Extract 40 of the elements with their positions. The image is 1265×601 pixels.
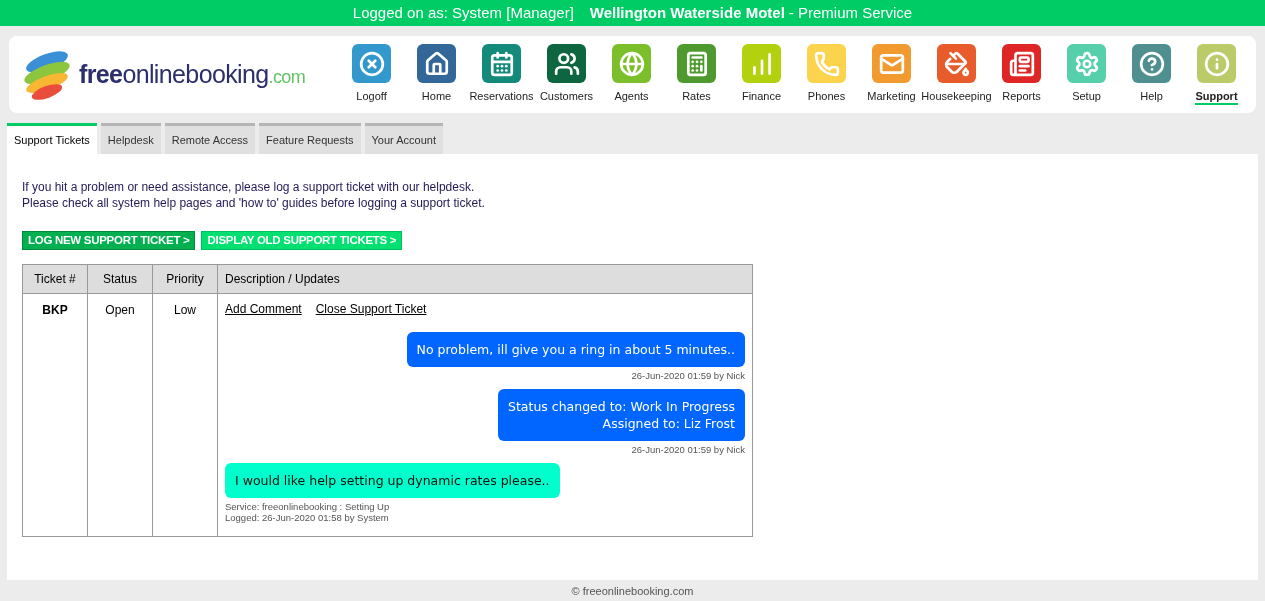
nav-item[interactable]: Customers (534, 44, 599, 105)
tab[interactable]: Your Account (364, 123, 443, 154)
message-meta: 26-Jun-2020 01:59 by Nick (631, 370, 745, 381)
tab[interactable]: Helpdesk (100, 123, 161, 154)
tab[interactable]: Remote Access (164, 123, 256, 154)
nav-item[interactable]: Rates (664, 44, 729, 105)
tab[interactable]: Feature Requests (259, 123, 361, 154)
column-header: Status (87, 264, 153, 294)
tab[interactable]: Support Tickets (7, 123, 97, 154)
nav-item[interactable]: Phones (794, 44, 859, 105)
login-text: Logged on as: System [Manager] (352, 2, 574, 23)
footer-text: © freeonlinebooking.com (570, 584, 695, 599)
nav-item[interactable]: Finance (729, 44, 794, 105)
intro-text: If you hit a problem or need assistance, please log a support ticket with our helpdesk. (22, 179, 476, 195)
message-bubble: Status changed to: Work In Progress Assigned to: Liz Frost (498, 389, 745, 441)
table-cell: Open (87, 293, 153, 537)
ticket-link[interactable]: Add Comment (225, 300, 302, 318)
intro-text: Please check all system help pages and 'how to' guides before logging a support ticket. (22, 195, 486, 211)
nav-item[interactable]: Housekeeping (924, 44, 989, 105)
property-name: Wellington Waterside Motel (589, 2, 785, 23)
nav-item[interactable]: Setup (1054, 44, 1119, 105)
column-header: Ticket # (22, 264, 88, 294)
table-cell: Low (152, 293, 218, 537)
column-header: Description / Updates (217, 264, 753, 294)
table-cell: BKP (22, 293, 88, 537)
message-meta: Logged: 26-Jun-2020 01:58 by System (225, 512, 390, 523)
nav-item[interactable]: Home (404, 44, 469, 105)
nav-item[interactable]: Logoff (339, 44, 404, 105)
nav-item[interactable]: Reservations (469, 44, 534, 105)
service-text: - Premium Service (788, 2, 913, 23)
logo-wordmark: freeonlinebooking.com (79, 58, 306, 90)
column-header: Priority (152, 264, 218, 294)
message-bubble: No problem, ill give you a ring in about 5 minutes.. (406, 332, 745, 367)
message-meta: Service: freeonlinebooking : Setting Up (225, 501, 390, 512)
message-meta: 26-Jun-2020 01:59 by Nick (631, 444, 745, 455)
ticket-link[interactable]: Close Support Ticket (315, 300, 427, 318)
message-bubble: I would like help setting up dynamic rates please.. (225, 463, 560, 498)
nav-item[interactable]: Support (1184, 44, 1249, 105)
nav-item[interactable]: Help (1119, 44, 1184, 105)
nav-item[interactable]: Agents (599, 44, 664, 105)
